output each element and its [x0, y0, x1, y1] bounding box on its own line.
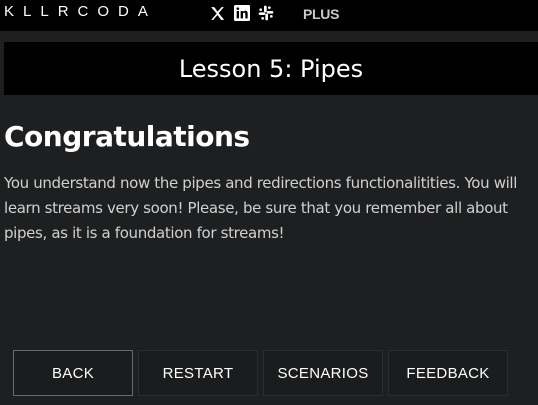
back-button[interactable]: BACK — [13, 350, 133, 396]
slack-icon[interactable] — [258, 5, 274, 21]
linkedin-icon[interactable] — [234, 5, 250, 21]
x-icon[interactable] — [209, 5, 226, 22]
social-links — [209, 4, 274, 22]
killercoda-logo[interactable]: KLLRCODA — [4, 3, 157, 20]
plus-link[interactable]: PLUS — [303, 6, 339, 22]
lesson-title-bar: Lesson 5: Pipes — [4, 42, 538, 95]
lesson-title: Lesson 5: Pipes — [178, 54, 364, 83]
page-heading: Congratulations — [4, 120, 250, 153]
finish-message: You understand now the pipes and redirec… — [4, 174, 518, 242]
scenarios-button[interactable]: SCENARIOS — [263, 350, 383, 396]
restart-button[interactable]: RESTART — [138, 350, 258, 396]
top-navbar: KLLRCODA PLUS — [0, 0, 538, 31]
navigation-buttons: BACK RESTART SCENARIOS FEEDBACK — [13, 350, 508, 396]
feedback-button[interactable]: FEEDBACK — [388, 350, 508, 396]
